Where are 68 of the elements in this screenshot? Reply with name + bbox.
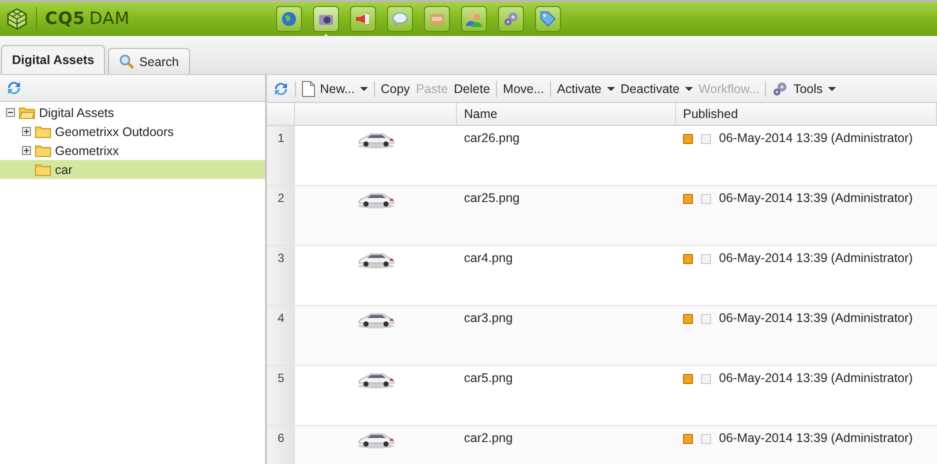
- column-header[interactable]: Name: [457, 103, 676, 126]
- nav-button[interactable]: [387, 6, 413, 32]
- tray-icon: [429, 12, 445, 26]
- toolbar-button[interactable]: Move...: [503, 82, 544, 96]
- published-text: 06-May-2014 13:39 (Administrator): [719, 371, 913, 385]
- table-cell: car2.png: [457, 426, 676, 464]
- table-cell: car3.png: [457, 306, 676, 366]
- caret-icon: [684, 86, 693, 90]
- tree-item[interactable]: car: [0, 160, 265, 179]
- checkbox[interactable]: [701, 434, 711, 444]
- published-text: 06-May-2014 13:39 (Administrator): [719, 431, 913, 445]
- nav-button[interactable]: [535, 6, 561, 32]
- collapse-icon[interactable]: [6, 108, 15, 117]
- caret-icon: [606, 86, 615, 90]
- checkbox[interactable]: [701, 134, 711, 144]
- tree-item[interactable]: Digital Assets: [0, 103, 265, 122]
- toolbar-button[interactable]: New...: [302, 80, 368, 96]
- nav-button[interactable]: [498, 6, 524, 32]
- tag-icon: [540, 11, 556, 27]
- nav-button[interactable]: [276, 6, 302, 32]
- refresh-icon[interactable]: [6, 80, 22, 96]
- gears-icon: [772, 80, 788, 96]
- checkbox[interactable]: [701, 314, 711, 324]
- published-text: 06-May-2014 13:39 (Administrator): [719, 251, 913, 265]
- gears-icon: [503, 11, 519, 27]
- table-cell: car25.png: [457, 186, 676, 246]
- nav-button[interactable]: [350, 6, 376, 32]
- tree-item[interactable]: Geometrixx Outdoors: [0, 122, 265, 141]
- row-number: 6: [267, 426, 295, 464]
- toolbar-button[interactable]: Tools: [772, 80, 836, 96]
- globe-icon: [281, 11, 297, 27]
- camera-icon: [318, 12, 334, 26]
- folder-icon: [35, 144, 51, 157]
- published-text: 06-May-2014 13:39 (Administrator): [719, 191, 913, 205]
- toolbar-button[interactable]: Deactivate: [620, 82, 693, 96]
- folder-icon: [35, 125, 51, 138]
- checkbox[interactable]: [701, 374, 711, 384]
- tab[interactable]: Digital Assets: [1, 45, 106, 74]
- megaphone-icon: [355, 12, 371, 26]
- tree-item[interactable]: Geometrixx: [0, 141, 265, 160]
- speech-bubble-icon: [392, 12, 408, 26]
- search-icon: [119, 54, 134, 69]
- row-number: 2: [267, 186, 295, 246]
- expand-icon[interactable]: [22, 127, 31, 136]
- expand-icon[interactable]: [22, 146, 31, 155]
- checkbox[interactable]: [701, 254, 711, 264]
- toolbar-button[interactable]: Activate: [557, 82, 615, 96]
- row-number: 1: [267, 126, 295, 186]
- caret-icon: [828, 86, 836, 90]
- row-number: 4: [267, 306, 295, 366]
- toolbar-button[interactable]: Copy: [380, 82, 410, 96]
- checkbox[interactable]: [701, 194, 711, 204]
- nav-button[interactable]: [461, 6, 487, 32]
- row-number: 5: [267, 366, 295, 426]
- app-title: CQ5 DAM: [45, 9, 130, 29]
- cube-logo-icon: [6, 8, 28, 30]
- published-text: 06-May-2014 13:39 (Administrator): [719, 131, 913, 145]
- folder-icon: [35, 163, 51, 176]
- tab[interactable]: Search: [108, 48, 190, 74]
- published-text: 06-May-2014 13:39 (Administrator): [719, 311, 913, 325]
- folder-icon: [19, 106, 35, 119]
- column-header[interactable]: Published: [676, 103, 937, 126]
- users-icon: [466, 12, 482, 26]
- caret-icon: [360, 86, 368, 90]
- toolbar-button[interactable]: Delete: [454, 82, 490, 96]
- refresh-icon[interactable]: [273, 80, 289, 96]
- row-number: 3: [267, 246, 295, 306]
- page-icon: [302, 80, 315, 96]
